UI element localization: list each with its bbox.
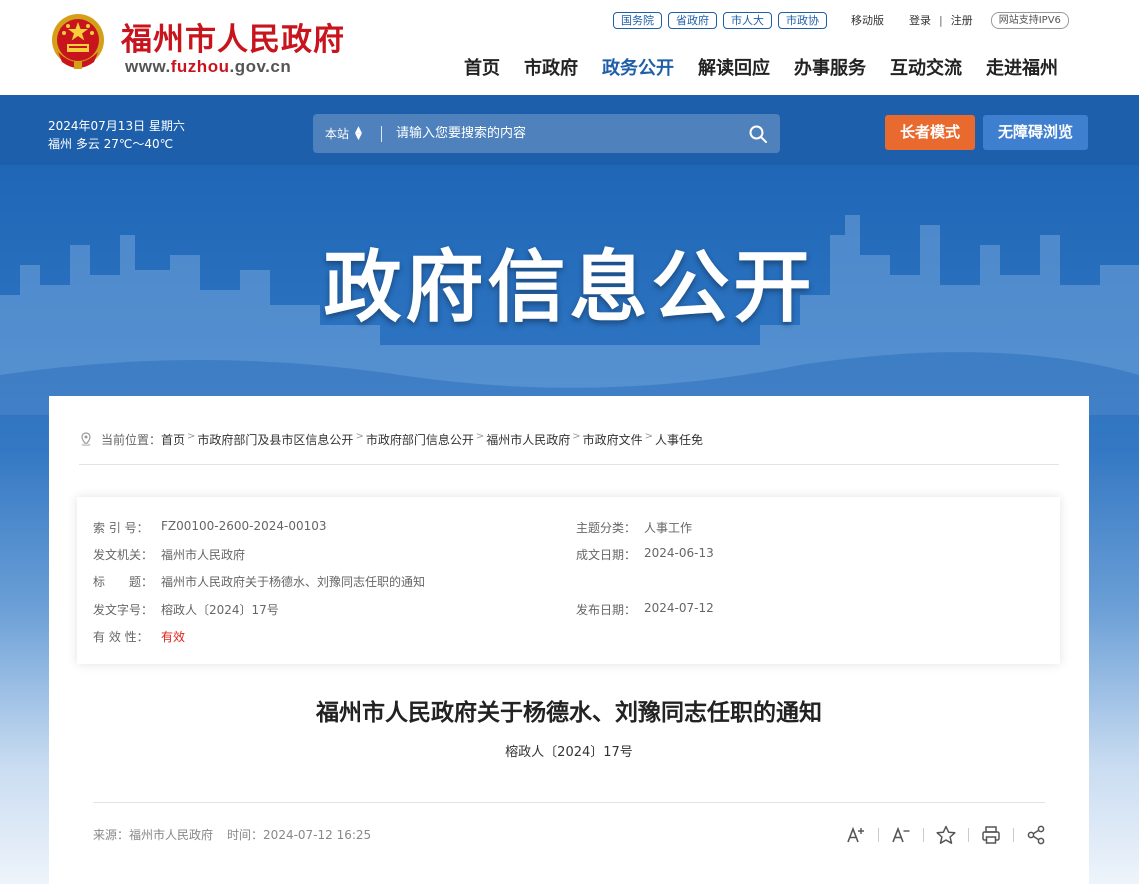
- breadcrumb-label: 当前位置：: [101, 433, 162, 447]
- nav-interaction[interactable]: 互动交流: [890, 54, 962, 80]
- breadcrumb-item[interactable]: 人事任免: [655, 431, 703, 448]
- content-card: 当前位置： 首页 > 市政府部门及县市区信息公开 > 市政府部门信息公开 > 福…: [49, 396, 1089, 884]
- chevron-right-icon: >: [572, 431, 581, 442]
- login-divider: |: [939, 13, 943, 27]
- domain-highlight: fuzhou: [170, 57, 230, 76]
- tool-divider: [968, 828, 969, 842]
- link-peoples-congress[interactable]: 市人大: [723, 11, 772, 29]
- domain-prefix: www.: [125, 57, 171, 76]
- star-icon[interactable]: [935, 824, 957, 846]
- search-scope-select[interactable]: 本站 ▲ ▼: [313, 125, 381, 142]
- print-icon[interactable]: [980, 824, 1002, 846]
- scope-updown-icon: ▲ ▼: [355, 124, 362, 142]
- ipv6-badge: 网站支持IPV6: [990, 11, 1069, 29]
- meta-title: 标 题： 福州市人民政府关于杨德水、刘豫同志任职的通知: [93, 573, 425, 590]
- tool-divider: [923, 828, 924, 842]
- link-state-council[interactable]: 国务院: [613, 11, 662, 29]
- chevron-right-icon: >: [187, 431, 196, 442]
- site-title[interactable]: 福州市人民政府: [121, 14, 345, 59]
- divider: [93, 802, 1045, 803]
- search-icon[interactable]: [748, 124, 768, 144]
- time-value: 2024-07-12 16:25: [263, 828, 372, 842]
- meta-value: 福州市人民政府关于杨德水、刘豫同志任职的通知: [161, 575, 426, 589]
- meta-topic: 主题分类： 人事工作: [576, 519, 692, 536]
- meta-issuer: 发文机关： 福州市人民政府: [93, 546, 245, 563]
- meta-published-date: 发布日期： 2024-07-12: [576, 601, 714, 618]
- site-header: 福州市人民政府 www.fuzhou.gov.cn 国务院 省政府 市人大 市政…: [0, 0, 1139, 95]
- meta-key: 有 效 性：: [93, 630, 149, 644]
- breadcrumb: 当前位置： 首页 > 市政府部门及县市区信息公开 > 市政府部门信息公开 > 福…: [79, 431, 1059, 465]
- site-domain: www.fuzhou.gov.cn: [125, 57, 291, 77]
- nav-gov-affairs[interactable]: 政务公开: [602, 54, 674, 80]
- document-meta-box: 索 引 号： FZ00100-2600-2024-00103 主题分类： 人事工…: [77, 497, 1060, 664]
- register-link[interactable]: 注册: [951, 12, 973, 28]
- link-cppcc[interactable]: 市政协: [778, 11, 827, 29]
- meta-key: 索 引 号：: [93, 521, 149, 535]
- nav-home[interactable]: 首页: [464, 54, 500, 80]
- document-number: 榕政人〔2024〕17号: [505, 745, 633, 760]
- link-provincial-gov[interactable]: 省政府: [668, 11, 717, 29]
- search-bar: 本站 ▲ ▼: [313, 114, 780, 153]
- login-link[interactable]: 登录: [909, 12, 931, 28]
- meta-doc-no: 发文字号： 榕政人〔2024〕17号: [93, 601, 279, 618]
- current-date: 2024年07月13日 星期六: [48, 119, 185, 133]
- meta-key: 主题分类：: [576, 521, 637, 535]
- top-links: 国务院 省政府 市人大 市政协 移动版 登录 | 注册 网站支持IPV6: [613, 11, 1069, 29]
- document-title: 福州市人民政府关于杨德水、刘豫同志任职的通知: [316, 700, 822, 726]
- breadcrumb-item[interactable]: 市政府文件: [583, 431, 643, 448]
- validity-status: 有效: [161, 630, 186, 644]
- breadcrumb-item[interactable]: 市政府部门信息公开: [366, 431, 474, 448]
- time-label: 时间：: [227, 828, 264, 842]
- source-label: 来源：: [93, 828, 130, 842]
- nav-about-fuzhou[interactable]: 走进福州: [986, 54, 1058, 80]
- chevron-right-icon: >: [475, 431, 485, 442]
- mobile-version-link[interactable]: 移动版: [851, 12, 884, 28]
- source-value: 福州市人民政府: [129, 828, 214, 842]
- weather-info: 福州 多云 27℃～40℃: [48, 137, 174, 151]
- article-tools: [845, 824, 1047, 846]
- font-increase-icon[interactable]: [845, 824, 867, 846]
- main-nav: 首页 市政府 政务公开 解读回应 办事服务 互动交流 走进福州: [464, 54, 1058, 80]
- chevron-right-icon: >: [644, 431, 654, 442]
- search-input[interactable]: [396, 126, 726, 141]
- meta-key: 发布日期：: [576, 603, 637, 617]
- accessible-browse-button[interactable]: 无障碍浏览: [983, 115, 1088, 150]
- domain-suffix: .gov.cn: [229, 57, 292, 76]
- meta-value: FZ00100-2600-2024-00103: [161, 519, 327, 533]
- national-emblem-icon[interactable]: [48, 12, 108, 72]
- meta-key: 发文字号：: [93, 603, 154, 617]
- chevron-right-icon: >: [355, 431, 364, 442]
- date-weather: 2024年07月13日 星期六 福州 多云 27℃～40℃: [48, 117, 185, 153]
- elder-mode-button[interactable]: 长者模式: [885, 115, 975, 150]
- tool-divider: [878, 828, 879, 842]
- search-divider: [381, 125, 382, 142]
- meta-written-date: 成文日期： 2024-06-13: [576, 546, 714, 563]
- meta-value: 2024-06-13: [644, 546, 714, 560]
- location-pin-icon: [81, 432, 91, 446]
- tool-divider: [1013, 828, 1014, 842]
- breadcrumb-item[interactable]: 市政府部门及县市区信息公开: [197, 431, 353, 448]
- meta-value: 人事工作: [644, 521, 693, 535]
- meta-index-no: 索 引 号： FZ00100-2600-2024-00103: [93, 519, 327, 536]
- hero-title: 政府信息公开: [323, 243, 816, 333]
- meta-key: 发文机关：: [93, 548, 154, 562]
- document-source-line: 来源：福州市人民政府 时间：2024-07-12 16:25: [93, 826, 371, 843]
- search-scope-label: 本站: [325, 127, 350, 141]
- nav-city-gov[interactable]: 市政府: [524, 54, 578, 80]
- nav-interpretation[interactable]: 解读回应: [698, 54, 770, 80]
- breadcrumb-item[interactable]: 福州市人民政府: [486, 431, 570, 448]
- meta-value: 榕政人〔2024〕17号: [161, 603, 279, 617]
- font-decrease-icon[interactable]: [890, 824, 912, 846]
- share-icon[interactable]: [1025, 824, 1047, 846]
- meta-key: 标 题：: [93, 575, 154, 589]
- breadcrumb-item[interactable]: 首页: [161, 431, 185, 448]
- meta-value: 福州市人民政府: [161, 548, 246, 562]
- nav-services[interactable]: 办事服务: [794, 54, 866, 80]
- meta-key: 成文日期：: [576, 548, 637, 562]
- meta-validity: 有 效 性： 有效: [93, 628, 185, 645]
- meta-value: 2024-07-12: [644, 601, 714, 615]
